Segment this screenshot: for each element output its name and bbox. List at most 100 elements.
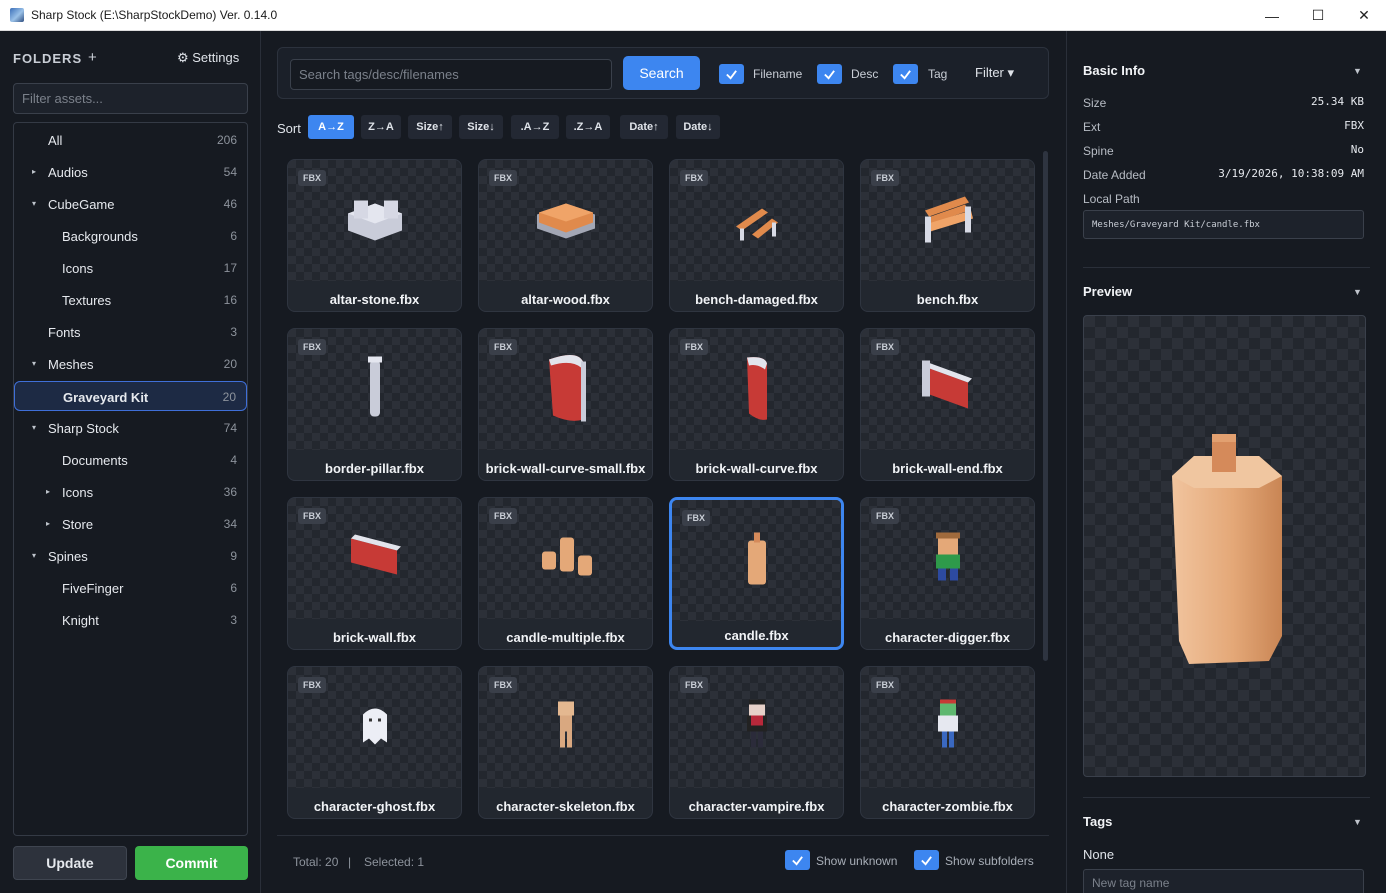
caret-right-icon[interactable]: ▸	[46, 487, 50, 496]
caret-down-icon[interactable]: ▾	[32, 423, 36, 432]
new-tag-input[interactable]	[1083, 869, 1364, 893]
brick-wall-icon	[345, 527, 405, 590]
asset-name: candle.fbx	[724, 628, 789, 643]
sort-option-button[interactable]: Date↑	[620, 115, 668, 139]
asset-name: altar-stone.fbx	[329, 292, 420, 307]
sort-option-button[interactable]: Size↑	[408, 115, 452, 139]
close-button[interactable]: ✕	[1341, 0, 1386, 31]
folder-item[interactable]: Backgrounds 6	[14, 221, 247, 251]
folder-item[interactable]: Fonts 3	[14, 317, 247, 347]
folder-label: Sharp Stock	[48, 421, 119, 436]
folder-count: 20	[223, 357, 237, 371]
file-type-badge: FBX	[298, 170, 326, 186]
asset-card[interactable]: FBX border-pillar.fbx	[287, 328, 462, 481]
caret-right-icon[interactable]: ▸	[46, 519, 50, 528]
folder-count: 34	[223, 517, 237, 531]
filter-dropdown[interactable]: Filter ▾	[975, 65, 1014, 81]
folder-item[interactable]: All 206	[14, 125, 247, 155]
folder-label: Meshes	[48, 357, 94, 372]
update-button[interactable]: Update	[13, 846, 127, 880]
asset-card[interactable]: FBX character-skeleton.fbx	[478, 666, 653, 819]
folder-count: 3	[230, 613, 237, 627]
asset-card[interactable]: FBX candle-multiple.fbx	[478, 497, 653, 650]
filename-checkbox[interactable]	[719, 64, 744, 84]
sort-option-button[interactable]: .A→Z	[511, 115, 559, 139]
spine-value: No	[1350, 143, 1364, 156]
folder-label: Fonts	[48, 325, 81, 340]
local-path-field[interactable]: Meshes/Graveyard Kit/candle.fbx	[1083, 210, 1364, 239]
asset-card[interactable]: FBX character-vampire.fbx	[669, 666, 844, 819]
preview-chevron-icon[interactable]: ▼	[1353, 287, 1362, 297]
basic-info-chevron-icon[interactable]: ▼	[1353, 66, 1362, 76]
tags-none-label: None	[1083, 847, 1115, 862]
folder-count: 36	[223, 485, 237, 499]
desc-checkbox[interactable]	[817, 64, 842, 84]
folder-item[interactable]: ▾ CubeGame 46	[14, 189, 247, 219]
tag-label: Tag	[928, 67, 948, 81]
folder-item[interactable]: FiveFinger 6	[14, 573, 247, 603]
asset-name: altar-wood.fbx	[521, 292, 610, 307]
show-subfolders-checkbox[interactable]	[914, 850, 939, 870]
asset-name: character-vampire.fbx	[688, 799, 825, 814]
asset-card[interactable]: FBX character-digger.fbx	[860, 497, 1035, 650]
caret-right-icon[interactable]: ▸	[32, 167, 36, 176]
sort-option-button[interactable]: Date↓	[676, 115, 720, 139]
asset-card[interactable]: FBX altar-wood.fbx	[478, 159, 653, 312]
search-input[interactable]	[290, 59, 612, 90]
asset-card[interactable]: FBX character-ghost.fbx	[287, 666, 462, 819]
sort-option-button[interactable]: .Z→A	[566, 115, 610, 139]
status-footer: Total: 20 | Selected: 1 Show unknown Sho…	[277, 835, 1049, 881]
folder-item[interactable]: ▾ Spines 9	[14, 541, 247, 571]
folder-label: Documents	[62, 453, 128, 468]
filter-assets-input[interactable]	[13, 83, 248, 114]
folder-item[interactable]: ▸ Icons 36	[14, 477, 247, 507]
size-key: Size	[1083, 96, 1107, 110]
caret-down-icon[interactable]: ▾	[32, 199, 36, 208]
check-icon	[726, 69, 737, 80]
caret-down-icon[interactable]: ▾	[32, 551, 36, 560]
asset-card[interactable]: FBX bench-damaged.fbx	[669, 159, 844, 312]
asset-card[interactable]: FBX brick-wall-curve-small.fbx	[478, 328, 653, 481]
asset-name: brick-wall-curve.fbx	[695, 461, 818, 476]
folder-item[interactable]: Knight 3	[14, 605, 247, 635]
folder-item[interactable]: Graveyard Kit 20	[14, 381, 247, 411]
commit-button[interactable]: Commit	[135, 846, 248, 880]
sort-option-button[interactable]: Size↓	[459, 115, 503, 139]
folder-item[interactable]: ▾ Sharp Stock 74	[14, 413, 247, 443]
tag-checkbox[interactable]	[893, 64, 918, 84]
asset-browser: Search Filename Desc Tag Filter ▾ Sort A…	[261, 31, 1066, 893]
asset-card[interactable]: FBX brick-wall.fbx	[287, 497, 462, 650]
brick-wall-end-icon	[918, 353, 978, 426]
asset-card[interactable]: FBX altar-stone.fbx	[287, 159, 462, 312]
show-subfolders-label: Show subfolders	[945, 854, 1034, 868]
asset-card[interactable]: FBX bench.fbx	[860, 159, 1035, 312]
asset-card[interactable]: FBX brick-wall-end.fbx	[860, 328, 1035, 481]
settings-button[interactable]: ⚙ Settings	[177, 50, 239, 66]
show-unknown-checkbox[interactable]	[785, 850, 810, 870]
folder-item[interactable]: ▾ Meshes 20	[14, 349, 247, 379]
folder-item[interactable]: Textures 16	[14, 285, 247, 315]
sort-option-button[interactable]: Z→A	[361, 115, 401, 139]
footer-separator: |	[348, 855, 352, 869]
minimize-button[interactable]: —	[1249, 0, 1295, 31]
altar-stone-icon	[340, 189, 410, 252]
maximize-button[interactable]: ☐	[1295, 0, 1341, 31]
folder-item[interactable]: Documents 4	[14, 445, 247, 475]
asset-card[interactable]: FBX character-zombie.fbx	[860, 666, 1035, 819]
grid-scrollbar[interactable]	[1043, 151, 1048, 661]
asset-name: candle-multiple.fbx	[506, 630, 625, 645]
folder-item[interactable]: Icons 17	[14, 253, 247, 283]
tags-chevron-icon[interactable]: ▼	[1353, 817, 1362, 827]
caret-down-icon[interactable]: ▾	[32, 359, 36, 368]
folder-item[interactable]: ▸ Audios 54	[14, 157, 247, 187]
add-folder-icon[interactable]: +	[88, 49, 97, 66]
folder-label: Icons	[62, 485, 94, 500]
sort-option-button[interactable]: A→Z	[308, 115, 354, 139]
asset-card[interactable]: FBX candle.fbx	[669, 497, 844, 650]
model-preview[interactable]	[1083, 315, 1366, 777]
folder-item[interactable]: ▸ Store 34	[14, 509, 247, 539]
asset-card[interactable]: FBX brick-wall-curve.fbx	[669, 328, 844, 481]
app-icon	[10, 8, 24, 22]
preview-title: Preview	[1083, 284, 1133, 299]
search-button[interactable]: Search	[623, 56, 700, 90]
